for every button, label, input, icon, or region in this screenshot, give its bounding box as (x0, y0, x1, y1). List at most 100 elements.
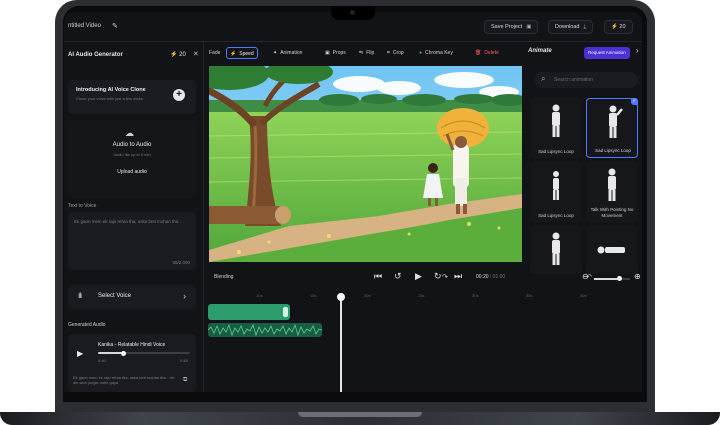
ruler-tick: 10s (256, 293, 263, 298)
skip-back-icon[interactable]: ⏮ (374, 271, 382, 282)
voice-clone-subtitle: Clone your voice with just a few clicks (76, 96, 143, 101)
timeline-controls: Blending ⏮ ↺ ▶ ▶ ↻ ⏭ 00:20 / 01:00 ↶ ↷ (204, 270, 642, 286)
waveform-icon: ılı (78, 291, 82, 300)
audio-time-current: 0:40 (98, 358, 106, 363)
props-icon: ▣ (325, 50, 330, 56)
ruler-tick: 35s (526, 293, 533, 298)
timeline-time: 00:20 / 01:00 (476, 274, 506, 280)
select-voice-button[interactable]: ılı Select Voice › (68, 285, 196, 309)
ruler-tick: 25s (418, 293, 425, 298)
generated-audio-label: Generated Audio (68, 322, 106, 328)
zoom-knob[interactable] (617, 276, 623, 281)
voice-clone-card[interactable]: Introducing AI Voice Clone Clone your vo… (68, 80, 196, 114)
animation-item[interactable] (586, 226, 638, 274)
upload-audio-button[interactable]: Upload audio (68, 169, 196, 175)
animation-panel: ⌕ Search animation Sad Lipsync Loop Sad … (526, 64, 642, 274)
selected-check-icon: ✓ (631, 98, 638, 105)
crop-icon: ⌗ (387, 50, 390, 56)
download-button[interactable]: Download ⤓ (548, 20, 593, 34)
audio-to-audio-card: ☁ Audio to Audio Audio file up to 5 min … (68, 120, 196, 198)
search-icon: ⌕ (541, 74, 546, 83)
save-project-button[interactable]: Save Project ▣ (484, 20, 539, 34)
request-animation-button[interactable]: Request Animation (584, 47, 630, 59)
audio-to-audio-subtitle: Audio file up to 5 min (113, 152, 151, 157)
playhead-handle[interactable] (337, 293, 345, 301)
sparkle-icon: ✦ (273, 50, 278, 56)
text-to-voice-input[interactable]: Ek gaon mein ek rajo rehta tha, uska bet… (68, 212, 196, 270)
animation-item[interactable]: Talk With Pointing No Movement (586, 162, 638, 222)
tool-animation[interactable]: ✦ Animation (270, 47, 305, 59)
zoom-slider[interactable] (594, 276, 630, 281)
blending-label[interactable]: Blending (214, 274, 233, 280)
audio-waveform (208, 323, 322, 337)
chevron-right-icon[interactable]: › (636, 46, 639, 55)
ruler-tick: 15s (310, 293, 317, 298)
credits-badge[interactable]: ⚡ 20 (604, 20, 633, 34)
audio-progress-knob[interactable] (121, 350, 127, 356)
tool-delete[interactable]: 🗑 Delete (472, 47, 502, 59)
tool-props[interactable]: ▣ Props (322, 47, 349, 59)
animation-item-selected[interactable]: Sad Lipsync Loop ✓ (586, 98, 638, 158)
animation-search[interactable]: ⌕ Search animation (534, 72, 638, 88)
forward-icon[interactable]: ↻ (434, 271, 442, 282)
play-icon[interactable]: ▶ (77, 349, 83, 358)
download-icon: ⤓ (583, 24, 586, 30)
video-preview[interactable] (209, 66, 522, 262)
animate-label: Animate (528, 48, 552, 54)
laptop-lip (298, 412, 422, 417)
pencil-icon[interactable]: ✎ (112, 22, 118, 30)
clip-trim-handle[interactable] (283, 307, 288, 317)
audio-generator-panel: AI Audio Generator ⚡ 20 ✕ Introducing AI… (64, 42, 204, 392)
figure-icon (552, 104, 560, 137)
rewind-icon[interactable]: ↺ (394, 271, 402, 282)
zoom-controls: ↷ ⊖ ⊕ (442, 271, 642, 287)
tool-chroma-key[interactable]: ● Chroma Key (416, 47, 456, 59)
tool-crop[interactable]: ⌗ Crop (384, 47, 407, 59)
laptop-base (0, 412, 720, 425)
skip-forward-icon[interactable]: ⏭ (454, 271, 462, 282)
animation-item[interactable]: Sad Lipsync Loop (530, 162, 582, 222)
text-to-voice-label: Text to Voice (68, 203, 97, 209)
zoom-in-icon[interactable]: ⊕ (634, 272, 641, 281)
animation-label: Sad Lipsync Loop (595, 147, 631, 153)
audio-clip-track[interactable] (208, 323, 322, 337)
tool-flip[interactable]: ⇋ Flip (356, 47, 377, 59)
video-clip-track[interactable] (208, 304, 290, 320)
copy-icon[interactable]: ⧉ (183, 377, 187, 384)
select-voice-label: Select Voice (98, 293, 132, 299)
audio-description: Ek gaon mein ek rajo rehta tha, uska bet… (73, 375, 175, 385)
timeline-ruler[interactable]: 10s 15s 20s 25s 30s 35s 40s (204, 292, 642, 302)
tool-fade[interactable]: Fade (206, 47, 223, 59)
playhead[interactable] (337, 293, 345, 392)
audio-time-total: 0:45 (180, 358, 188, 363)
bolt-icon: ⚡ (170, 52, 178, 58)
tools-bar: Fade ⚡ Speed ✦ Animation ▣ Props ⇋ Flip ⌗ Cro… (204, 42, 642, 64)
play-button-icon[interactable]: ▶ (415, 271, 422, 282)
audio-progress-fill (98, 352, 124, 354)
audio-progress-bar[interactable] (98, 350, 190, 356)
add-icon[interactable]: + (173, 89, 185, 101)
figure-icon (552, 232, 560, 265)
project-title[interactable]: ntitled Video (68, 23, 101, 29)
animation-item[interactable] (530, 226, 582, 274)
generated-audio-card: ▶ Kanika - Relatable Hindi Voice 0:40 0:… (68, 334, 196, 392)
figure-icon (553, 171, 559, 200)
camera-icon (350, 10, 355, 15)
animation-item[interactable]: Sad Lipsync Loop (530, 98, 582, 158)
ruler-tick: 20s (364, 293, 371, 298)
chroma-key-icon: ● (419, 50, 423, 56)
animation-label: Sad Lipsync Loop (538, 148, 574, 154)
tool-speed[interactable]: ⚡ Speed (226, 47, 258, 59)
panel-title: AI Audio Generator (68, 52, 123, 58)
figure-icon (609, 105, 623, 138)
close-icon[interactable]: ✕ (193, 50, 199, 58)
save-icon: ▣ (526, 24, 532, 30)
char-count: 55/2,000 (172, 260, 190, 265)
trash-icon: 🗑 (475, 50, 482, 56)
zoom-fill (594, 278, 620, 280)
redo-icon[interactable]: ↷ (442, 273, 448, 281)
zoom-out-icon[interactable]: ⊖ (582, 272, 589, 281)
upload-cloud-icon: ☁ (125, 128, 134, 138)
app-screen: ntitled Video ✎ Save Project ▣ Download ⤓ … (64, 12, 642, 392)
panel-credits: ⚡ 20 (170, 52, 186, 58)
